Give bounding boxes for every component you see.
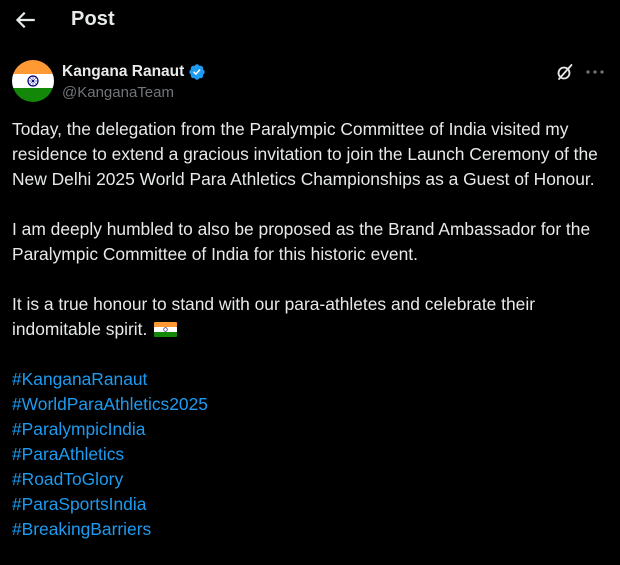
grok-icon: [557, 64, 573, 80]
verified-badge-icon: [189, 64, 206, 80]
avatar[interactable]: [12, 60, 54, 102]
post-author: Kangana Ranaut @KanganaTeam: [12, 60, 608, 106]
top-bar: Post: [0, 0, 620, 42]
author-name-row: Kangana Ranaut: [62, 61, 206, 83]
post-text: Today, the delegation from the Paralympi…: [12, 117, 608, 542]
hashtag-link[interactable]: #KanganaRanaut: [12, 367, 608, 392]
post-paragraph: I am deeply humbled to also be proposed …: [12, 219, 591, 264]
hashtag-link[interactable]: #ParaSportsIndia: [12, 492, 608, 517]
hashtag-link[interactable]: #BreakingBarriers: [12, 517, 608, 542]
more-options-button[interactable]: [584, 62, 606, 82]
post-paragraph: It is a true honour to stand with our pa…: [12, 292, 608, 342]
arrow-left-icon: [15, 11, 35, 29]
page-title: Post: [71, 8, 115, 30]
more-horizontal-icon: [586, 70, 604, 74]
india-flag-emoji: [154, 322, 178, 337]
post-paragraph: Today, the delegation from the Paralympi…: [12, 119, 598, 189]
hashtag-link[interactable]: #RoadToGlory: [12, 467, 608, 492]
back-button[interactable]: [12, 7, 38, 33]
hashtag-link[interactable]: #ParaAthletics: [12, 442, 608, 467]
hashtag-link[interactable]: #WorldParaAthletics2025: [12, 392, 608, 417]
author-handle[interactable]: @KanganaTeam: [62, 84, 174, 101]
grok-button[interactable]: [555, 62, 575, 82]
india-flag-avatar: [12, 60, 54, 102]
post-paragraph-text: It is a true honour to stand with our pa…: [12, 294, 535, 339]
hashtag-link[interactable]: #ParalympicIndia: [12, 417, 608, 442]
hashtag-list: #KanganaRanaut #WorldParaAthletics2025 #…: [12, 367, 608, 542]
author-name[interactable]: Kangana Ranaut: [62, 63, 184, 81]
